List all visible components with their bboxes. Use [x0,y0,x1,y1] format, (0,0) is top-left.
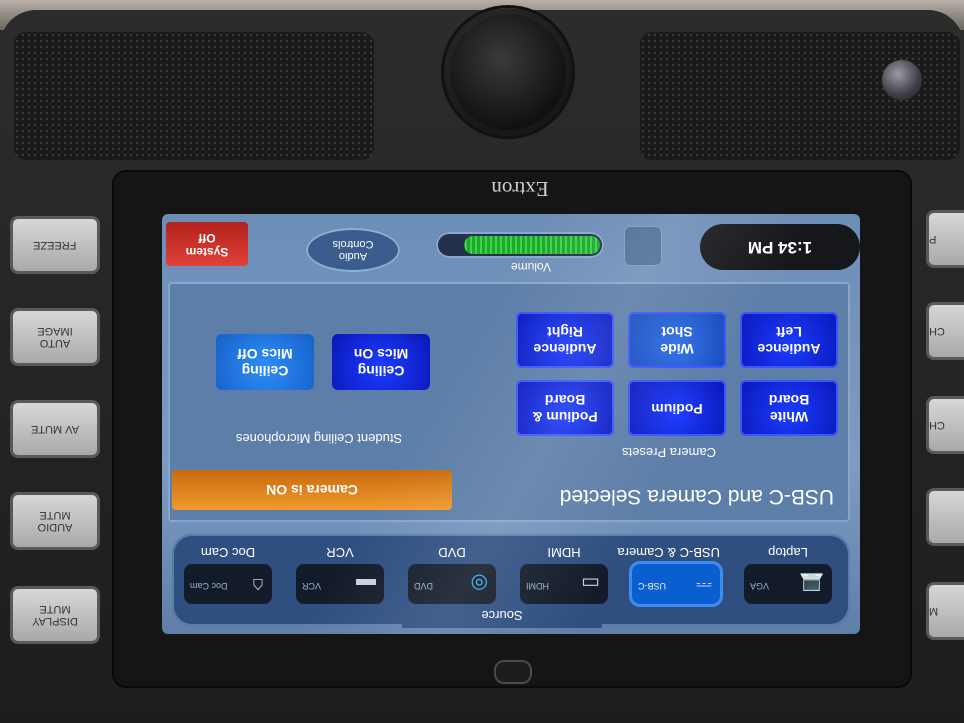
auto-image-button[interactable]: AUTO IMAGE [10,308,100,366]
right-button-2[interactable]: CH [926,302,964,360]
preset-audience-right[interactable]: Audience Right [516,312,614,368]
microphones-label: Student Ceiling Microphones [235,431,403,446]
ceiling-mics-off-label: Ceiling Mics Off [237,346,293,380]
source-laptop-icon-label: VGA [750,581,770,591]
preset-wide-shot-label: Wide Shot [660,324,694,358]
right-button-4[interactable] [926,488,964,546]
source-doc-cam[interactable]: ⌂ Doc Cam Doc Cam [184,545,272,604]
ceiling-mics-on-label: Ceiling Mics On [353,346,409,380]
source-laptop[interactable]: 💻 VGA Laptop [744,545,832,604]
source-hdmi[interactable]: ▭ HDMI HDMI [520,545,608,604]
light-sensor [882,60,922,100]
volume-knob[interactable] [444,8,572,136]
source-dvd-label: DVD [438,545,466,560]
audio-mute-button[interactable]: AUDIO MUTE [10,492,100,550]
source-title: Source [402,602,602,628]
source-usb-label: USB-C & Camera [617,545,720,560]
source-doccam-label: Doc Cam [200,545,256,560]
source-hdmi-icon-label: HDMI [526,581,549,591]
system-off-label: System Off [185,231,229,259]
usb-icon: ⎓ USB-C [632,564,720,604]
preset-podium-board[interactable]: Podium & Board [516,380,614,436]
right-button-5[interactable]: M [926,582,964,640]
right-button-3[interactable]: CH [926,396,964,454]
freeze-label: FREEZE [33,239,77,252]
camera-status-badge: Camera is ON [172,470,452,510]
camera-presets-label: Camera Presets [622,445,716,460]
freeze-button[interactable]: FREEZE [10,216,100,274]
lock-icon[interactable] [624,226,662,266]
touch-screen: Source 💻 VGA Laptop ⎓ USB-C USB-C & Camera… [162,214,860,634]
preset-white-board-label: White Board [768,392,810,426]
display-mute-label: DISPLAY MUTE [32,603,78,628]
source-laptop-label: Laptop [768,545,808,560]
source-hdmi-label: HDMI [547,545,581,560]
header-bar: 1:34 PM Volume Audio Controls System Off [162,214,860,276]
volume-fill [464,236,600,254]
preset-podium-label: Podium [651,400,703,417]
source-dvd[interactable]: ◎ DVD DVD [408,545,496,604]
system-off-button[interactable]: System Off [166,222,248,266]
source-usb-c-camera[interactable]: ⎓ USB-C USB-C & Camera [617,545,720,604]
audio-mute-label: AUDIO MUTE [37,509,73,534]
clock: 1:34 PM [700,224,860,270]
audio-controls-button[interactable]: Audio Controls [306,228,400,272]
laptop-icon: 💻 VGA [744,564,832,604]
tape-icon: ▬ VCR [296,564,384,604]
preset-podium-board-label: Podium & Board [532,392,598,426]
av-mute-label: AV MUTE [30,423,80,436]
hdmi-icon: ▭ HDMI [520,564,608,604]
preset-white-board[interactable]: White Board [740,380,838,436]
right-button-3-label: CH [929,419,945,431]
source-usb-icon-label: USB-C [638,581,667,591]
preset-audience-left-label: Audience Left [757,324,821,358]
right-button-2-label: CH [929,325,945,337]
brand-logo: Extron [491,177,549,201]
source-vcr[interactable]: ▬ VCR VCR [296,545,384,604]
speaker-grille-left [14,32,374,160]
ceiling-mics-off-button[interactable]: Ceiling Mics Off [216,334,314,390]
right-button-1[interactable]: P [926,210,964,268]
disc-icon: ◎ DVD [408,564,496,604]
main-area: USB-C and Camera Selected Camera is ON C… [168,282,850,522]
preset-audience-left[interactable]: Audience Left [740,312,838,368]
ceiling-mics-on-button[interactable]: Ceiling Mics On [332,334,430,390]
volume-label: Volume [510,260,552,274]
source-bar: Source 💻 VGA Laptop ⎓ USB-C USB-C & Camera… [172,534,850,628]
source-doccam-icon-label: Doc Cam [190,581,228,591]
right-button-5-label: M [929,605,939,617]
preset-audience-right-label: Audience Right [533,324,597,358]
av-mute-button[interactable]: AV MUTE [10,400,100,458]
volume-meter[interactable] [436,232,604,258]
source-vcr-icon-label: VCR [302,581,322,591]
home-button[interactable] [494,660,532,684]
right-button-1-label: P [929,233,937,245]
source-vcr-label: VCR [326,545,354,560]
auto-image-label: AUTO IMAGE [37,325,73,350]
audio-controls-label: Audio Controls [332,238,374,263]
display-mute-button[interactable]: DISPLAY MUTE [10,586,100,644]
doc-camera-icon: ⌂ Doc Cam [184,564,272,604]
preset-podium[interactable]: Podium [628,380,726,436]
preset-wide-shot[interactable]: Wide Shot [628,312,726,368]
source-dvd-icon-label: DVD [414,581,434,591]
page-title: USB-C and Camera Selected [559,485,834,508]
